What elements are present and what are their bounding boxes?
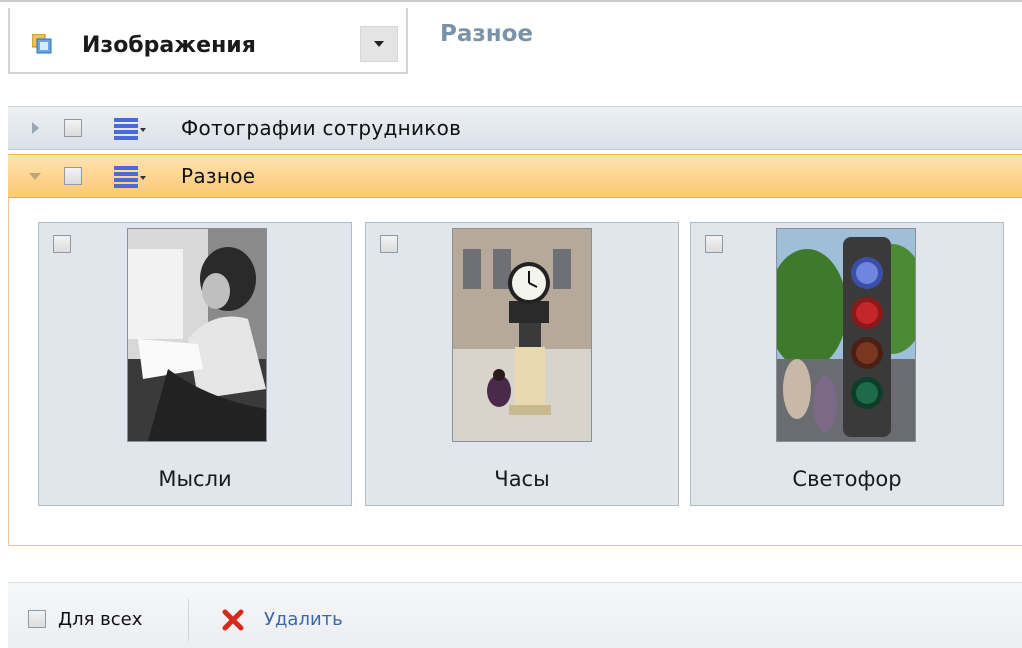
- dropdown-arrow-button[interactable]: [360, 26, 398, 62]
- image-checkbox[interactable]: [705, 235, 723, 253]
- list-menu-icon[interactable]: [114, 117, 148, 141]
- image-caption: Светофор: [792, 467, 902, 491]
- group-label: Разное: [181, 164, 256, 188]
- image-thumbnail[interactable]: [452, 228, 592, 442]
- selected-category: Изображения: [82, 33, 256, 58]
- image-thumbnail[interactable]: [127, 228, 267, 442]
- group-checkbox[interactable]: [64, 167, 82, 185]
- for-all-checkbox[interactable]: [28, 610, 46, 628]
- for-all-label[interactable]: Для всех: [58, 609, 142, 630]
- image-card[interactable]: Часы: [365, 222, 679, 506]
- image-card[interactable]: Светофор: [690, 222, 1004, 506]
- image-category-select[interactable]: Изображения: [8, 8, 408, 74]
- image-card[interactable]: Мысли: [38, 222, 352, 506]
- image-caption: Часы: [494, 467, 550, 491]
- delete-button[interactable]: Удалить: [264, 609, 343, 630]
- toolbar-divider: [188, 599, 189, 641]
- image-checkbox[interactable]: [53, 235, 71, 253]
- delete-icon[interactable]: [222, 609, 244, 631]
- group-row-employees[interactable]: Фотографии сотрудников: [8, 106, 1022, 150]
- footer-toolbar: Для всех Удалить: [8, 582, 1022, 648]
- image-checkbox[interactable]: [380, 235, 398, 253]
- group-label: Фотографии сотрудников: [181, 116, 462, 140]
- image-caption: Мысли: [158, 467, 232, 491]
- chevron-down-icon: [374, 41, 384, 47]
- current-group-title: Разное: [440, 21, 534, 47]
- image-thumbnail[interactable]: [776, 228, 916, 442]
- group-row-misc[interactable]: Разное: [8, 154, 1022, 198]
- collapse-icon[interactable]: [29, 172, 41, 180]
- expand-icon[interactable]: [32, 122, 39, 134]
- images-icon: [32, 34, 52, 54]
- list-menu-icon[interactable]: [114, 165, 148, 189]
- group-checkbox[interactable]: [64, 119, 82, 137]
